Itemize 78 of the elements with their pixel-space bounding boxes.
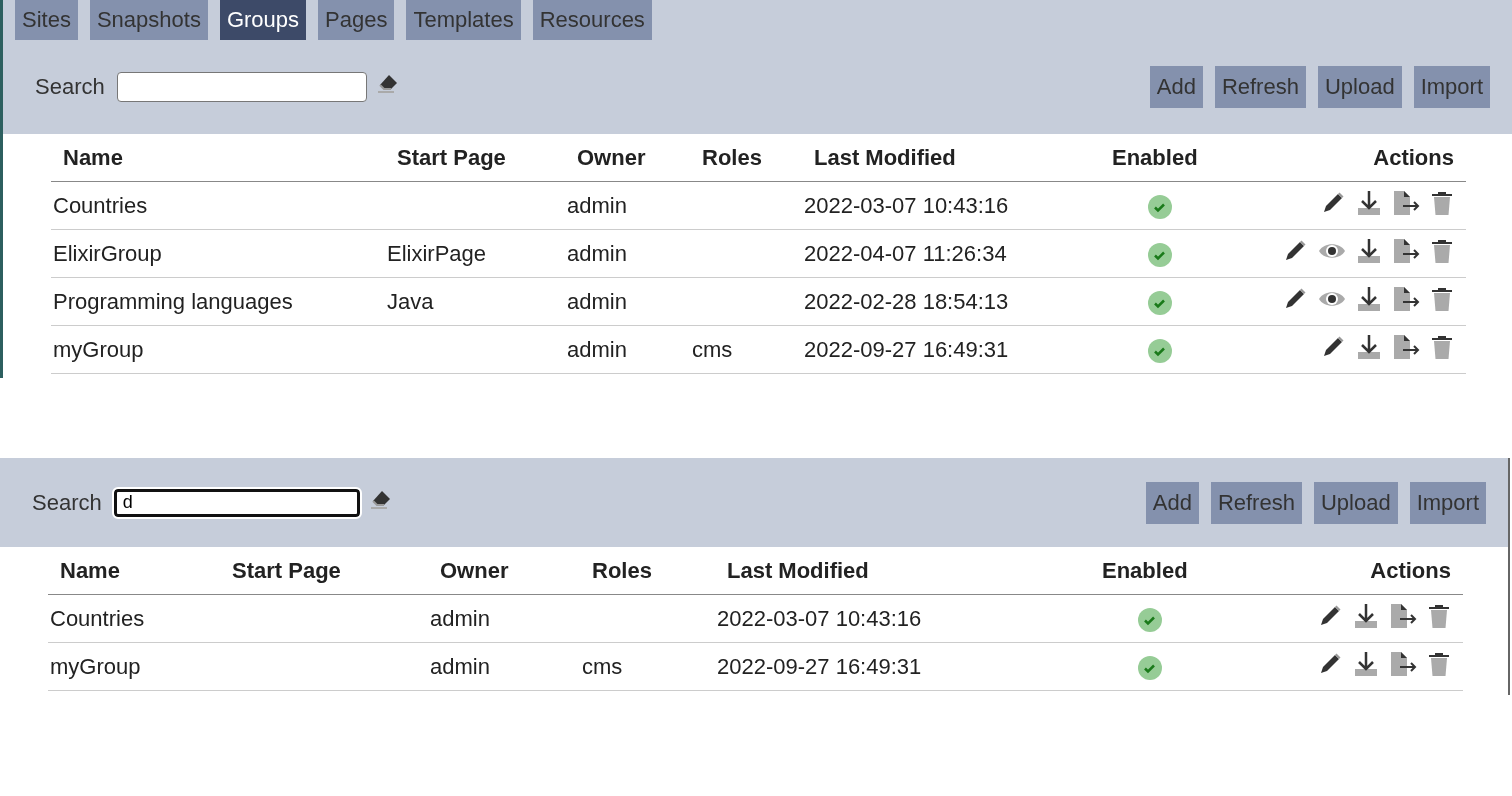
export-icon[interactable] xyxy=(1389,650,1417,677)
name-cell: Programming languages xyxy=(51,277,385,326)
export-icon[interactable] xyxy=(1392,237,1420,264)
modified-cell: 2022-04-07 11:26:34 xyxy=(802,229,1100,278)
column-header: Actions xyxy=(1210,547,1463,595)
column-header: Last Modified xyxy=(715,547,1090,595)
check-circle-icon xyxy=(1148,290,1172,315)
column-header: Start Page xyxy=(385,134,565,182)
column-header: Name xyxy=(48,547,220,595)
toolbar-button[interactable]: Refresh xyxy=(1210,481,1302,524)
modified-cell: 2022-02-28 18:54:13 xyxy=(802,277,1100,326)
toolbar-button[interactable]: Add xyxy=(1145,481,1199,524)
toolbar-button[interactable]: Upload xyxy=(1317,66,1402,108)
export-icon[interactable] xyxy=(1389,602,1417,629)
owner-cell: admin xyxy=(565,181,690,230)
download-icon[interactable] xyxy=(1353,602,1379,629)
toolbar-button[interactable]: Add xyxy=(1149,66,1203,108)
modified-cell: 2022-03-07 10:43:16 xyxy=(715,594,1090,643)
name-cell: Countries xyxy=(48,594,220,643)
column-header: Owner xyxy=(565,134,690,182)
trash-icon[interactable] xyxy=(1427,602,1451,629)
column-header: Enabled xyxy=(1100,134,1220,182)
name-cell: myGroup xyxy=(48,642,220,691)
trash-icon[interactable] xyxy=(1430,285,1454,312)
search-label: Search xyxy=(32,489,102,516)
download-icon[interactable] xyxy=(1356,285,1382,312)
owner-cell: admin xyxy=(565,229,690,278)
search-label: Search xyxy=(35,74,105,100)
tab[interactable]: Groups xyxy=(219,0,307,40)
tab[interactable]: Snapshots xyxy=(89,0,208,40)
download-icon[interactable] xyxy=(1353,650,1379,677)
trash-icon[interactable] xyxy=(1427,650,1451,677)
check-circle-icon xyxy=(1148,242,1172,267)
column-header: Enabled xyxy=(1090,547,1210,595)
download-icon[interactable] xyxy=(1356,333,1382,360)
download-icon[interactable] xyxy=(1356,189,1382,216)
modified-cell: 2022-09-27 16:49:31 xyxy=(715,642,1090,691)
owner-cell: admin xyxy=(428,594,580,643)
roles-cell: cms xyxy=(580,642,715,691)
export-icon[interactable] xyxy=(1392,285,1420,312)
owner-cell: admin xyxy=(565,277,690,326)
tab[interactable]: Pages xyxy=(318,0,395,40)
owner-cell: admin xyxy=(428,642,580,691)
download-icon[interactable] xyxy=(1356,237,1382,264)
toolbar-button[interactable]: Refresh xyxy=(1214,66,1306,108)
column-header: Actions xyxy=(1220,134,1466,182)
tab[interactable]: Sites xyxy=(15,0,78,40)
check-circle-icon xyxy=(1138,607,1162,632)
name-cell: Countries xyxy=(51,181,385,230)
start-page-cell: Java xyxy=(385,277,565,326)
check-circle-icon xyxy=(1148,194,1172,219)
check-circle-icon xyxy=(1138,655,1162,680)
tab[interactable]: Templates xyxy=(406,0,521,40)
check-circle-icon xyxy=(1148,338,1172,363)
modified-cell: 2022-09-27 16:49:31 xyxy=(802,325,1100,374)
column-header: Roles xyxy=(580,547,715,595)
roles-cell: cms xyxy=(690,325,802,374)
toolbar-button[interactable]: Import xyxy=(1409,481,1486,524)
tab[interactable]: Resources xyxy=(532,0,652,40)
column-header: Roles xyxy=(690,134,802,182)
export-icon[interactable] xyxy=(1392,189,1420,216)
search-field[interactable] xyxy=(116,72,367,102)
search-field[interactable]: d xyxy=(113,488,360,517)
name-cell: myGroup xyxy=(51,325,385,374)
toolbar-button[interactable]: Upload xyxy=(1313,481,1398,524)
trash-icon[interactable] xyxy=(1430,333,1454,360)
export-icon[interactable] xyxy=(1392,333,1420,360)
name-cell: ElixirGroup xyxy=(51,229,385,278)
start-page-cell: ElixirPage xyxy=(385,229,565,278)
owner-cell: admin xyxy=(565,325,690,374)
modified-cell: 2022-03-07 10:43:16 xyxy=(802,181,1100,230)
trash-icon[interactable] xyxy=(1430,189,1454,216)
column-header: Last Modified xyxy=(802,134,1100,182)
trash-icon[interactable] xyxy=(1430,237,1454,264)
column-header: Name xyxy=(51,134,385,182)
toolbar-button[interactable]: Import xyxy=(1413,66,1490,108)
column-header: Start Page xyxy=(220,547,428,595)
column-header: Owner xyxy=(428,547,580,595)
